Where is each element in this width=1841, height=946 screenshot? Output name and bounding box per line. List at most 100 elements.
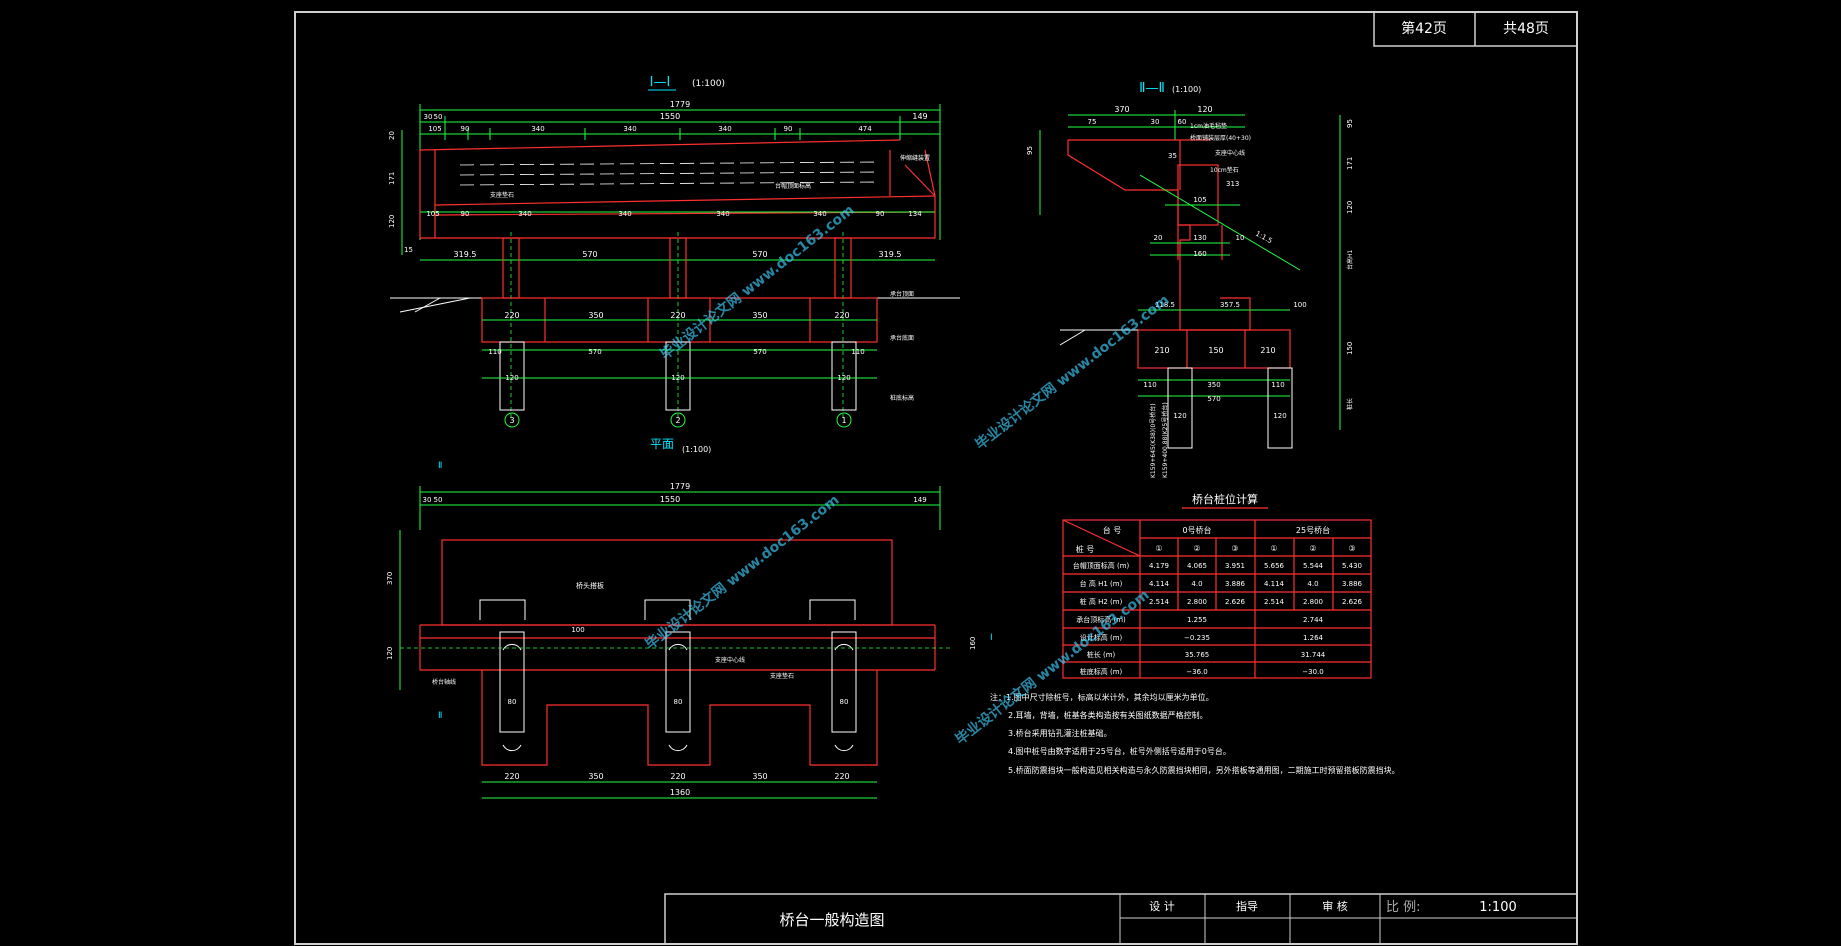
elev-left-20: 20: [388, 131, 396, 140]
table-cell: 3.886: [1225, 580, 1246, 588]
elev-left-171: 171: [388, 172, 396, 185]
table-cell-merged: −30.0: [1302, 668, 1323, 676]
plan-pile-80b: 80: [674, 698, 683, 706]
plan-overall-dim: 1779: [670, 482, 690, 491]
table-cell-merged: −36.0: [1186, 668, 1207, 676]
label-expansion-joint: 伸缩缝装置: [900, 154, 930, 162]
plan-inner-dim: 1550: [660, 495, 680, 504]
table-pile-h4: ①: [1270, 544, 1277, 553]
elev-mid-90b: 90: [876, 210, 885, 218]
table-cell-merged: −0.235: [1184, 634, 1210, 642]
sec-dim-570: 570: [1207, 395, 1220, 403]
elev-mid-105: 105: [426, 210, 439, 218]
label-pile-bottom: 桩底标高: [890, 394, 914, 402]
table-header-0: 0号桥台: [1182, 525, 1211, 535]
elev-mid-340b: 340: [618, 210, 631, 218]
elev-bot-570a: 570: [582, 250, 597, 259]
elev-left-120: 120: [388, 215, 396, 228]
sec-dim-370: 370: [1114, 105, 1129, 114]
plan-bot-220b: 220: [670, 772, 685, 781]
table-header-25: 25号桥台: [1296, 525, 1330, 535]
elev-dim-149: 149: [912, 112, 927, 121]
table-cell: 4.179: [1149, 562, 1169, 570]
elev-dim-105: 105: [428, 125, 441, 133]
sec-label-pavement: 桥面铺装层厚(40+30): [1190, 134, 1251, 142]
elev-dim-340c: 340: [718, 125, 731, 133]
table-pile-h1: ①: [1155, 544, 1162, 553]
label-cap-top: 台帽顶面标高: [775, 182, 811, 190]
sec-dim-3575: 357.5: [1220, 301, 1240, 309]
table-row-label: 台 高 H1 (m): [1080, 579, 1123, 588]
table-row-label: 台帽顶面标高 (m): [1073, 561, 1130, 570]
plan-label-bearing-center: 支座中心线: [715, 656, 745, 664]
watermarks: 毕业设计论文网 www.doc163.com 毕业设计论文网 www.doc16…: [642, 201, 1172, 748]
elev-dim-90b: 90: [784, 125, 793, 133]
sec-label-pad: 10cm垫石: [1210, 166, 1239, 174]
section-scale: (1:100): [1172, 85, 1201, 94]
table-pile-h6: ③: [1348, 544, 1355, 553]
table-cell: 2.514: [1149, 598, 1170, 606]
table-cell: 3.951: [1225, 562, 1245, 570]
sec-dim-20: 20: [1154, 234, 1163, 242]
table-pile-h2: ②: [1193, 544, 1200, 553]
watermark-3: 毕业设计论文网 www.doc163.com: [642, 491, 842, 653]
watermark-4: 毕业设计论文网 www.doc163.com: [952, 586, 1152, 748]
sec-side-height: 台高H1: [1346, 249, 1354, 270]
elev-mid-340d: 340: [813, 210, 826, 218]
table-header-platform: 台 号: [1103, 525, 1122, 535]
elev-dim-30: 30: [424, 113, 433, 121]
review-label: 审 核: [1322, 899, 1348, 913]
sec-dim-150: 150: [1208, 346, 1223, 355]
sec-side-120: 120: [1346, 201, 1354, 214]
table-row-label: 桩长 (m): [1087, 650, 1116, 659]
notes-block: 注：1.图中尺寸除桩号，标高以米计外，其余均以厘米为单位。 2.耳墙，背墙，桩基…: [990, 692, 1400, 775]
sec-dim-110a: 110: [1143, 381, 1156, 389]
elev-pile-110a: 110: [488, 348, 501, 356]
sec-dim-10: 10: [1236, 234, 1245, 242]
elevation-title: Ⅰ—Ⅰ: [650, 75, 671, 90]
table-title: 桥台桩位计算: [1192, 492, 1258, 506]
sec-chainage-25: K159+400.88(K25号桥台): [1161, 402, 1169, 478]
sec-mark-313: 313: [1226, 180, 1239, 188]
plan-bot-350b: 350: [752, 772, 767, 781]
elev-dim-50: 50: [434, 113, 443, 121]
elev-pile-110b: 110: [851, 348, 864, 356]
label-cap-bottom: 承台底面: [890, 334, 914, 342]
elev-mid-340a: 340: [518, 210, 531, 218]
table-header-pile: 桩 号: [1076, 544, 1095, 554]
table-cell-merged: 2.744: [1303, 616, 1324, 624]
cad-drawing-sheet: 第42页 共48页 桥台一般构造图 设 计 指导 审 核 比 例: 1:100 …: [294, 11, 1578, 945]
table-cell: 5.656: [1264, 562, 1285, 570]
pile-position-table: 桥台桩位计算 台 号 0号桥台 25号桥台 桩 号 ① ② ③ ① ② ③ 台帽…: [1062, 492, 1372, 679]
plan-bot-total: 1360: [670, 788, 690, 797]
plan-title: 平面: [650, 437, 674, 451]
elev-bot-570b: 570: [752, 250, 767, 259]
sec-dim-210a: 210: [1154, 346, 1169, 355]
title-block: 桥台一般构造图 设 计 指导 审 核 比 例: 1:100: [664, 893, 1578, 945]
plan-left-370: 370: [386, 572, 394, 585]
sec-dim-110b: 110: [1271, 381, 1284, 389]
sec-dim-100: 100: [1293, 301, 1306, 309]
elev-mid-340c: 340: [716, 210, 729, 218]
elev-cap-220b: 220: [670, 311, 685, 320]
sec-side-150: 150: [1346, 342, 1354, 355]
sec-dim-120: 120: [1197, 105, 1212, 114]
plan-label-axis: 桥台轴线: [432, 678, 456, 686]
page-number-box: 第42页 共48页: [1373, 11, 1578, 47]
elev-overall-dim: 1779: [670, 100, 690, 109]
note-4: 4.图中桩号由数字适用于25号台，桩号外侧括号适用于0号台。: [1008, 746, 1231, 756]
plan-pile-80c: 80: [840, 698, 849, 706]
sec-dim-350: 350: [1207, 381, 1220, 389]
label-bearing-pad: 支座垫石: [490, 191, 514, 199]
note-3: 3.桥台采用钻孔灌注桩基础。: [1008, 728, 1112, 738]
section-title: Ⅱ—Ⅱ: [1139, 81, 1165, 96]
plan-pile-100: 100: [571, 626, 584, 634]
elev-cap-220c: 220: [834, 311, 849, 320]
elev-bot-3195a: 319.5: [454, 250, 477, 259]
plan-section-mark-bot: Ⅱ: [438, 711, 442, 721]
table-cell: 2.626: [1225, 598, 1246, 606]
plan-bot-220a: 220: [504, 772, 519, 781]
plan-scale: (1:100): [682, 445, 711, 454]
plan-pile-80a: 80: [508, 698, 517, 706]
sec-dim-105: 105: [1193, 196, 1206, 204]
